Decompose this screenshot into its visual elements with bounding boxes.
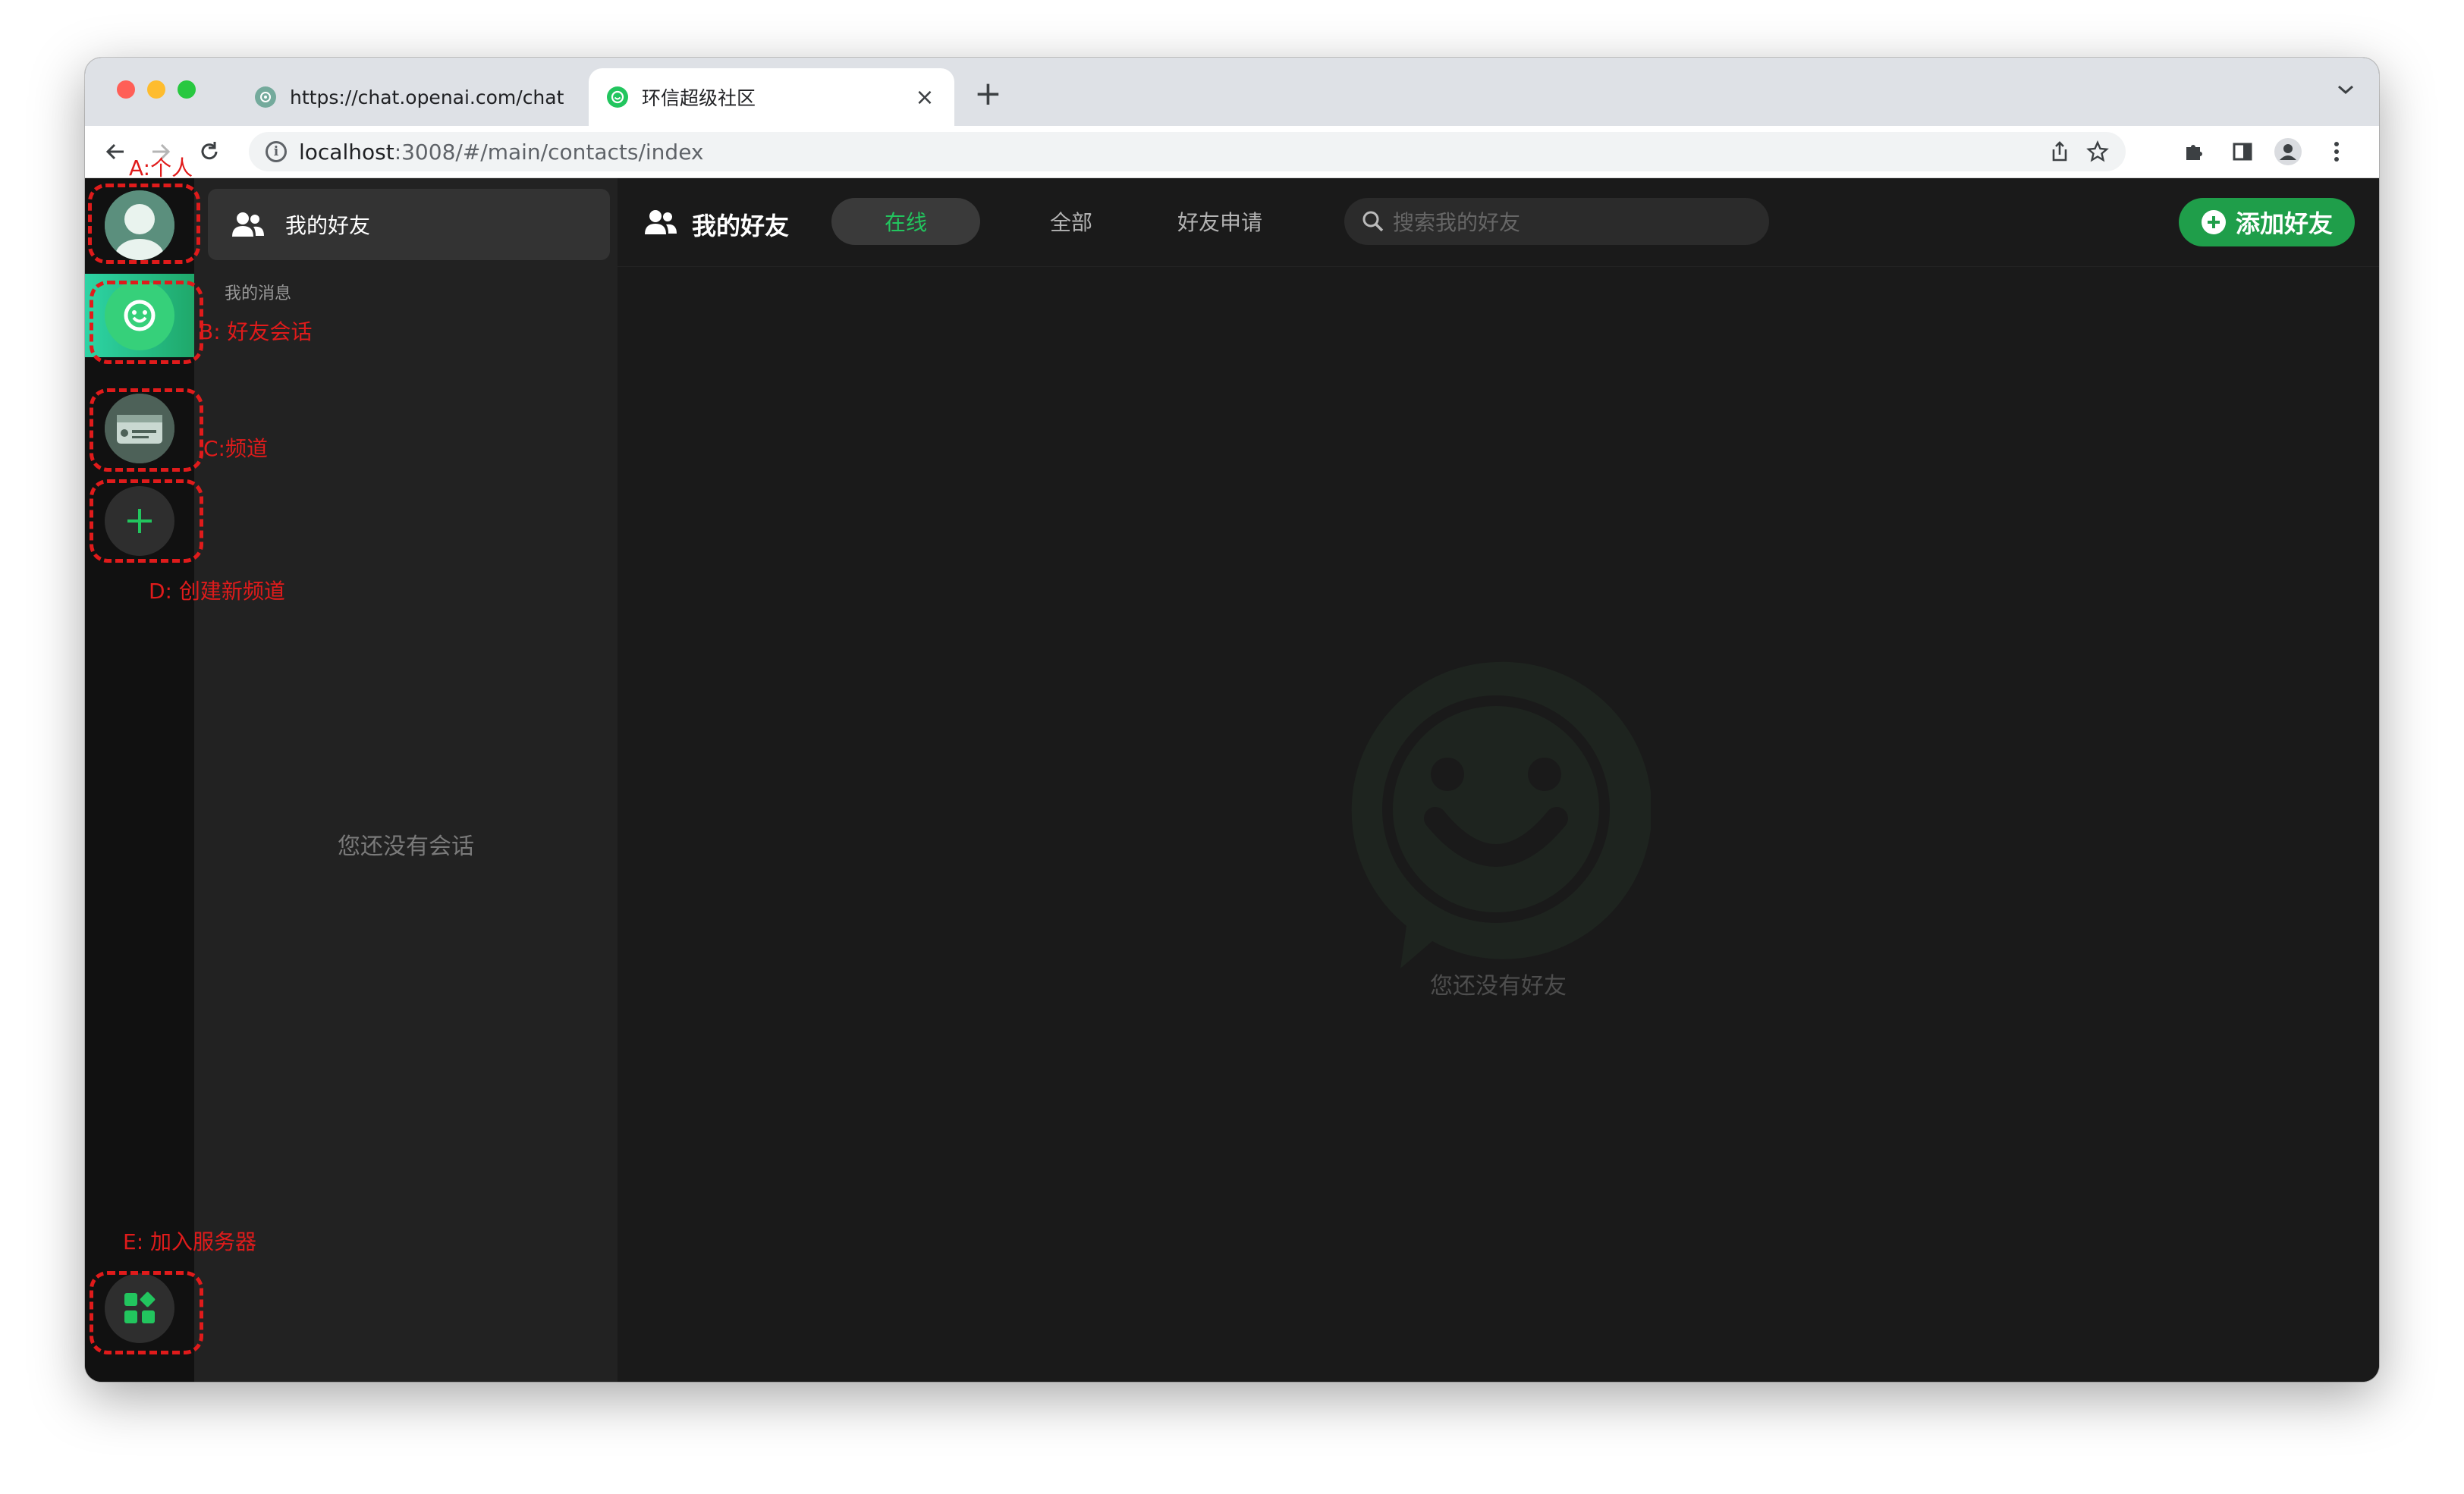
huanxin-logo-icon: [607, 86, 628, 108]
annotation-label-e: E: 加入服务器: [123, 1229, 257, 1254]
address-bar[interactable]: i localhost:3008/#/main/contacts/index: [249, 132, 2126, 171]
tab-online[interactable]: 在线: [831, 198, 980, 245]
annotation-label-d: D: 创建新频道: [149, 579, 285, 604]
annotation-box-a: [88, 184, 200, 264]
conversation-sidebar: 我的好友 我的消息 您还没有会话: [194, 178, 618, 1382]
search-placeholder: 搜索我的好友: [1393, 210, 1521, 235]
url-path: :3008/#/main/contacts/index: [394, 139, 704, 165]
plus-circle-icon: [2201, 210, 2226, 234]
annotation-label-c: C:频道: [203, 436, 268, 461]
browser-window: https://chat.openai.com/chat × 环信超级社区 × …: [85, 58, 2379, 1382]
tab-friend-requests[interactable]: 好友申请: [1146, 198, 1294, 245]
close-window-button[interactable]: [117, 80, 135, 99]
annotation-box-e: [90, 1271, 203, 1354]
openai-icon: [255, 86, 276, 108]
side-panel-icon[interactable]: [2227, 137, 2258, 167]
chevron-down-icon[interactable]: [2337, 83, 2355, 99]
main-panel: 我的好友 在线 全部 好友申请 搜索我的好友 添加好友 您还没有好友: [618, 178, 2379, 1382]
friends-icon: [645, 210, 677, 234]
annotation-box-c: [90, 388, 203, 472]
add-friend-button[interactable]: 添加好友: [2179, 198, 2355, 246]
reload-icon[interactable]: [194, 137, 225, 167]
empty-state-logo-icon: [1351, 661, 1651, 968]
my-friends-nav[interactable]: 我的好友: [208, 189, 610, 260]
browser-menu-icon[interactable]: [2321, 137, 2352, 167]
browser-tab-huanxin[interactable]: 环信超级社区 ×: [589, 68, 954, 126]
page-title: 我的好友: [692, 212, 790, 240]
section-heading: 我的消息: [225, 284, 292, 303]
back-arrow-icon[interactable]: [100, 137, 130, 167]
share-icon[interactable]: [2050, 140, 2070, 163]
annotation-box-b: [90, 281, 203, 364]
empty-conversation-text: 您还没有会话: [338, 833, 474, 860]
friend-search-input[interactable]: 搜索我的好友: [1344, 198, 1769, 245]
new-tab-button[interactable]: +: [974, 77, 1002, 111]
annotation-label-a: A:个人: [129, 155, 193, 180]
empty-friends-text: 您还没有好友: [1430, 973, 1567, 1000]
annotation-box-d: [90, 479, 203, 563]
annotation-label-b: B: 好友会话: [199, 319, 313, 344]
profile-avatar-icon[interactable]: [2273, 137, 2303, 167]
site-info-icon[interactable]: i: [266, 141, 287, 162]
add-friend-label: 添加好友: [2235, 209, 2333, 238]
search-icon: [1362, 211, 1384, 232]
tab-all[interactable]: 全部: [997, 198, 1146, 245]
close-tab-icon[interactable]: ×: [913, 84, 936, 111]
tab-title: 环信超级社区: [642, 87, 756, 109]
extensions-puzzle-icon[interactable]: [2179, 137, 2209, 167]
maximize-window-button[interactable]: [178, 80, 196, 99]
my-friends-label: 我的好友: [285, 213, 371, 238]
url-host: localhost: [299, 139, 394, 165]
bookmark-star-icon[interactable]: [2086, 140, 2109, 163]
browser-toolbar: i localhost:3008/#/main/contacts/index: [85, 126, 2379, 178]
friends-icon: [232, 212, 264, 237]
tab-title: https://chat.openai.com/chat: [290, 86, 564, 108]
app-root: 我的好友 我的消息 您还没有会话 我的好友 在线 全部 好友申请 搜索我的好友 …: [85, 178, 2379, 1382]
minimize-window-button[interactable]: [147, 80, 165, 99]
tab-strip: https://chat.openai.com/chat × 环信超级社区 × …: [85, 58, 2379, 126]
main-header: 我的好友 在线 全部 好友申请 搜索我的好友 添加好友: [618, 178, 2379, 267]
